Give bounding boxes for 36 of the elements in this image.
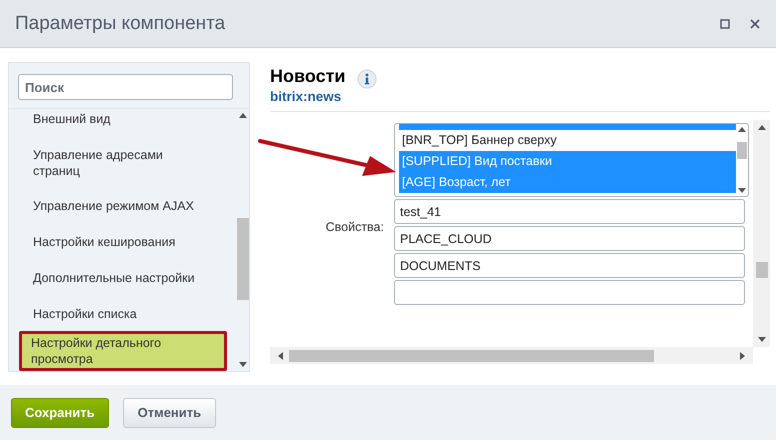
list-option[interactable]: [BNR_TOP] Баннер сверху [399, 130, 736, 151]
properties-label: Свойства: [324, 220, 384, 234]
sidebar-item[interactable]: Дополнительные настройки [19, 260, 227, 296]
search-field[interactable]: Поиск [18, 74, 233, 100]
scroll-up-icon[interactable] [758, 125, 766, 130]
info-icon[interactable] [357, 69, 378, 89]
scrollbar[interactable] [270, 347, 753, 364]
window-title: Параметры компонента [15, 12, 226, 34]
input-field[interactable]: DOCUMENTS [394, 253, 745, 278]
scrollbar-thumb[interactable] [237, 218, 249, 300]
scroll-up-icon[interactable] [239, 113, 247, 118]
input-field[interactable]: test_41 [394, 199, 745, 224]
scrollbar-thumb[interactable] [737, 142, 747, 159]
scroll-down-icon[interactable] [758, 337, 766, 342]
sidebar-item[interactable]: Настройки списка [19, 296, 227, 332]
multi-select-list[interactable]: [BNR_TOP] Баннер сверху [SUPPLIED] Вид поставки [AGE] Возраст, лет [394, 123, 749, 197]
scrollbar-thumb[interactable] [756, 262, 768, 278]
cancel-button[interactable]: Отменить [122, 398, 216, 428]
component-code: bitrix:news [270, 89, 342, 104]
close-icon[interactable] [750, 18, 760, 28]
scroll-left-icon[interactable] [278, 352, 283, 360]
scroll-right-icon[interactable] [740, 352, 745, 360]
sidebar-item[interactable]: Управление режимом AJAX [19, 188, 227, 224]
sidebar-item[interactable]: Настройки кеширования [19, 224, 227, 260]
sidebar-item[interactable]: Внешний вид [19, 101, 227, 137]
input-field[interactable] [394, 280, 745, 305]
scroll-up-icon[interactable] [738, 127, 746, 132]
sidebar-item[interactable]: Управление адресами страниц [19, 136, 227, 188]
scrollbar-thumb[interactable] [289, 350, 654, 362]
scrollbar[interactable] [753, 120, 770, 347]
component-name: Новости [270, 66, 346, 87]
scroll-down-icon[interactable] [239, 362, 247, 367]
scroll-down-icon[interactable] [738, 188, 746, 193]
sidebar-item[interactable]: Настройки детального просмотра [19, 331, 227, 371]
maximize-icon[interactable] [720, 18, 730, 28]
input-field[interactable]: PLACE_CLOUD [394, 226, 745, 251]
